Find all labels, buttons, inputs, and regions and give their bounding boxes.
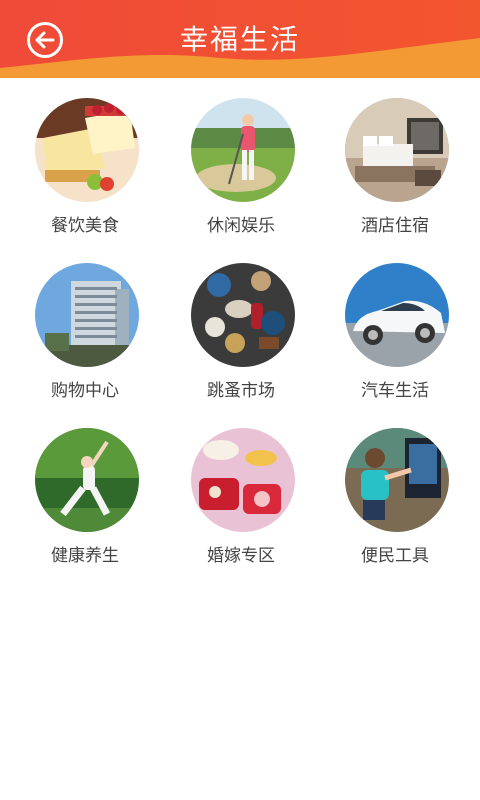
category-auto[interactable]: 汽车生活: [315, 261, 475, 421]
category-label: 购物中心: [51, 381, 119, 401]
yoga-woman-photo: [35, 428, 139, 532]
hotel-room-photo: [345, 98, 449, 202]
category-label: 健康养生: [51, 546, 119, 566]
cake-dessert-photo: [35, 98, 139, 202]
office-building-photo: [35, 263, 139, 367]
category-health[interactable]: 健康养生: [5, 426, 165, 586]
page-title: 幸福生活: [179, 23, 300, 56]
wedding-items-photo: [191, 428, 295, 532]
category-label: 汽车生活: [361, 381, 429, 401]
category-label: 跳蚤市场: [207, 381, 275, 401]
category-shopping[interactable]: 购物中心: [5, 261, 165, 421]
header-bar: 幸福生活: [0, 0, 480, 78]
category-label: 餐饮美食: [51, 216, 119, 236]
antiques-market-photo: [191, 263, 295, 367]
white-car-photo: [345, 263, 449, 367]
category-hotel[interactable]: 酒店住宿: [315, 96, 475, 256]
category-label: 酒店住宿: [361, 216, 429, 236]
child-touchscreen-photo: [345, 428, 449, 532]
category-wedding[interactable]: 婚嫁专区: [161, 426, 321, 586]
category-label: 便民工具: [361, 546, 429, 566]
category-label: 婚嫁专区: [207, 546, 275, 566]
category-label: 休闲娱乐: [207, 216, 275, 236]
golf-player-photo: [191, 98, 295, 202]
category-food[interactable]: 餐饮美食: [5, 96, 165, 256]
category-leisure[interactable]: 休闲娱乐: [161, 96, 321, 256]
category-flea-market[interactable]: 跳蚤市场: [161, 261, 321, 421]
category-tools[interactable]: 便民工具: [315, 426, 475, 586]
